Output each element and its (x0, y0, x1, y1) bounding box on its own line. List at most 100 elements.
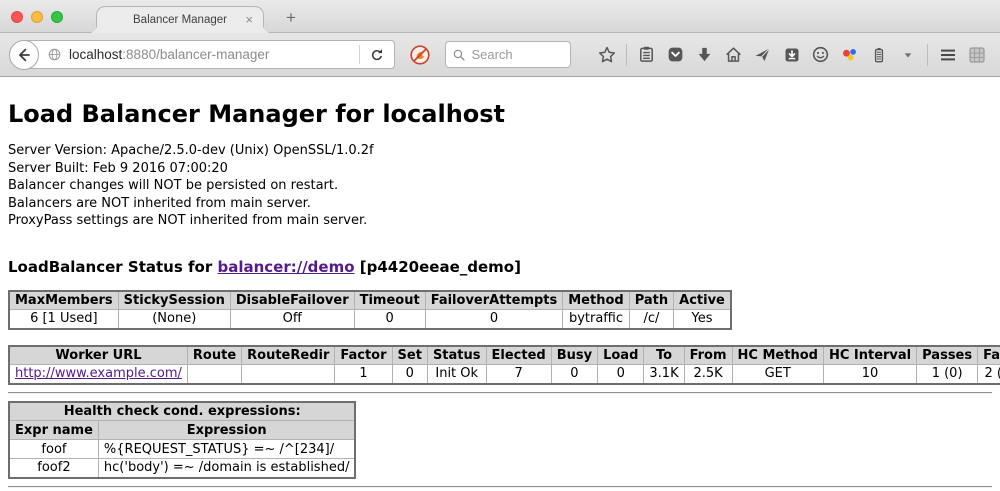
reload-button[interactable] (360, 41, 394, 68)
tab-close-icon[interactable]: × (245, 12, 253, 28)
table-header-cell: StickySession (118, 291, 230, 310)
search-input[interactable] (471, 47, 564, 62)
balancer-header-row: MaxMembers StickySession DisableFailover… (9, 291, 731, 310)
battery-icon (870, 46, 888, 64)
health-table-title: Health check cond. expressions: (9, 402, 355, 421)
overflow-caret-button[interactable] (897, 43, 919, 67)
table-cell: http://www.example.com/ (9, 365, 187, 384)
table-header-cell: RouteRedir (242, 346, 335, 365)
table-cell: 0 (598, 365, 644, 384)
url-text: localhost:8880/balancer-manager (69, 47, 359, 62)
table-cell: 0 (392, 365, 427, 384)
health-data-row: foof %{REQUEST_STATUS} =~ /^[234]/ (9, 440, 355, 459)
table-header-cell: Status (427, 346, 486, 365)
table-cell: 6 [1 Used] (9, 310, 118, 329)
health-check-table: Health check cond. expressions: Expr nam… (8, 401, 356, 479)
globe-icon (47, 47, 62, 62)
home-button[interactable] (723, 43, 745, 67)
search-icon (452, 48, 466, 62)
health-title-row: Health check cond. expressions: (9, 402, 355, 421)
hamburger-menu-icon (938, 45, 958, 65)
url-host: localhost (69, 47, 122, 62)
back-arrow-icon (15, 46, 33, 64)
table-header-cell: FailoverAttempts (425, 291, 563, 310)
table-header-cell: HC Interval (823, 346, 916, 365)
navigation-toolbar: localhost:8880/balancer-manager (0, 33, 1000, 77)
table-header-cell: Worker URL (9, 346, 187, 365)
table-cell (187, 365, 241, 384)
table-cell: 0 (425, 310, 563, 329)
table-cell: 0 (354, 310, 425, 329)
paper-plane-icon (753, 45, 772, 64)
toolbar-separator (626, 44, 627, 66)
server-info: Server Version: Apache/2.5.0-dev (Unix) … (8, 142, 992, 230)
table-cell: /c/ (629, 310, 673, 329)
table-cell: Off (230, 310, 354, 329)
plugin-blocked-button[interactable] (408, 43, 432, 67)
table-cell: Init Ok (427, 365, 486, 384)
zoom-window-button[interactable] (51, 11, 63, 23)
persist-note-line: Balancer changes will NOT be persisted o… (8, 177, 992, 195)
feedback-button[interactable] (810, 43, 832, 67)
table-header-cell: From (684, 346, 732, 365)
page-content: Load Balancer Manager for localhost Serv… (0, 77, 1000, 490)
tab-balancer-manager[interactable]: Balancer Manager × (96, 6, 264, 33)
star-icon (597, 45, 617, 65)
tab-title: Balancer Manager (133, 14, 227, 26)
bottom-divider (8, 486, 992, 488)
tab-groups-button[interactable] (966, 43, 988, 67)
back-button[interactable] (9, 40, 39, 70)
download-arrow-icon (695, 45, 714, 64)
worker-table: Worker URL Route RouteRedir Factor Set S… (8, 345, 1000, 385)
window-controls (11, 11, 63, 23)
table-header-cell: Factor (335, 346, 392, 365)
search-bar[interactable] (445, 41, 571, 68)
battery-extension-button[interactable] (868, 43, 890, 67)
clipboard-icon (637, 45, 656, 64)
balancer-demo-link[interactable]: balancer://demo (217, 258, 354, 276)
table-header-cell: Timeout (354, 291, 425, 310)
home-icon (724, 45, 743, 64)
send-page-button[interactable] (752, 43, 774, 67)
pocket-icon (666, 45, 685, 64)
colored-dots-extension-button[interactable] (839, 43, 861, 67)
table-cell: 3.1K (644, 365, 684, 384)
table-cell: hc('body') =~ /domain is established/ (98, 459, 355, 478)
colored-dots-icon (840, 45, 859, 64)
reload-icon (369, 47, 385, 63)
table-header-cell: HC Method (732, 346, 823, 365)
reading-list-button[interactable] (636, 43, 658, 67)
url-path: :8880/balancer-manager (122, 47, 269, 62)
table-header-cell: Passes (917, 346, 978, 365)
table-cell (242, 365, 335, 384)
table-header-cell: Expression (98, 421, 355, 440)
chevron-down-icon (903, 50, 913, 60)
close-window-button[interactable] (11, 11, 23, 23)
table-cell: 1 (0) (917, 365, 978, 384)
table-cell: 1 (335, 365, 392, 384)
table-cell: Yes (674, 310, 731, 329)
url-bar[interactable]: localhost:8880/balancer-manager (24, 40, 395, 69)
table-cell: bytraffic (563, 310, 629, 329)
toolbar-separator (927, 44, 928, 66)
smiley-icon (811, 45, 830, 64)
bookmark-star-button[interactable] (596, 43, 618, 67)
table-header-cell: Fails (978, 346, 1000, 365)
table-header-cell: Path (629, 291, 673, 310)
pocket-button[interactable] (665, 43, 687, 67)
minimize-window-button[interactable] (31, 11, 43, 23)
table-cell: 0 (551, 365, 597, 384)
table-cell: foof (9, 440, 98, 459)
menu-button[interactable] (937, 43, 959, 67)
save-to-device-button[interactable] (781, 43, 803, 67)
table-header-cell: Elected (486, 346, 551, 365)
balancer-heading: LoadBalancer Status for balancer://demo … (8, 258, 992, 276)
new-tab-button[interactable]: + (279, 6, 303, 30)
table-header-cell: Route (187, 346, 241, 365)
worker-url-link[interactable]: http://www.example.com/ (15, 366, 182, 381)
proxypass-note-line: ProxyPass settings are NOT inherited fro… (8, 212, 992, 230)
table-header-cell: Method (563, 291, 629, 310)
health-data-row: foof2 hc('body') =~ /domain is establish… (9, 459, 355, 478)
table-cell: GET (732, 365, 823, 384)
downloads-button[interactable] (694, 43, 716, 67)
